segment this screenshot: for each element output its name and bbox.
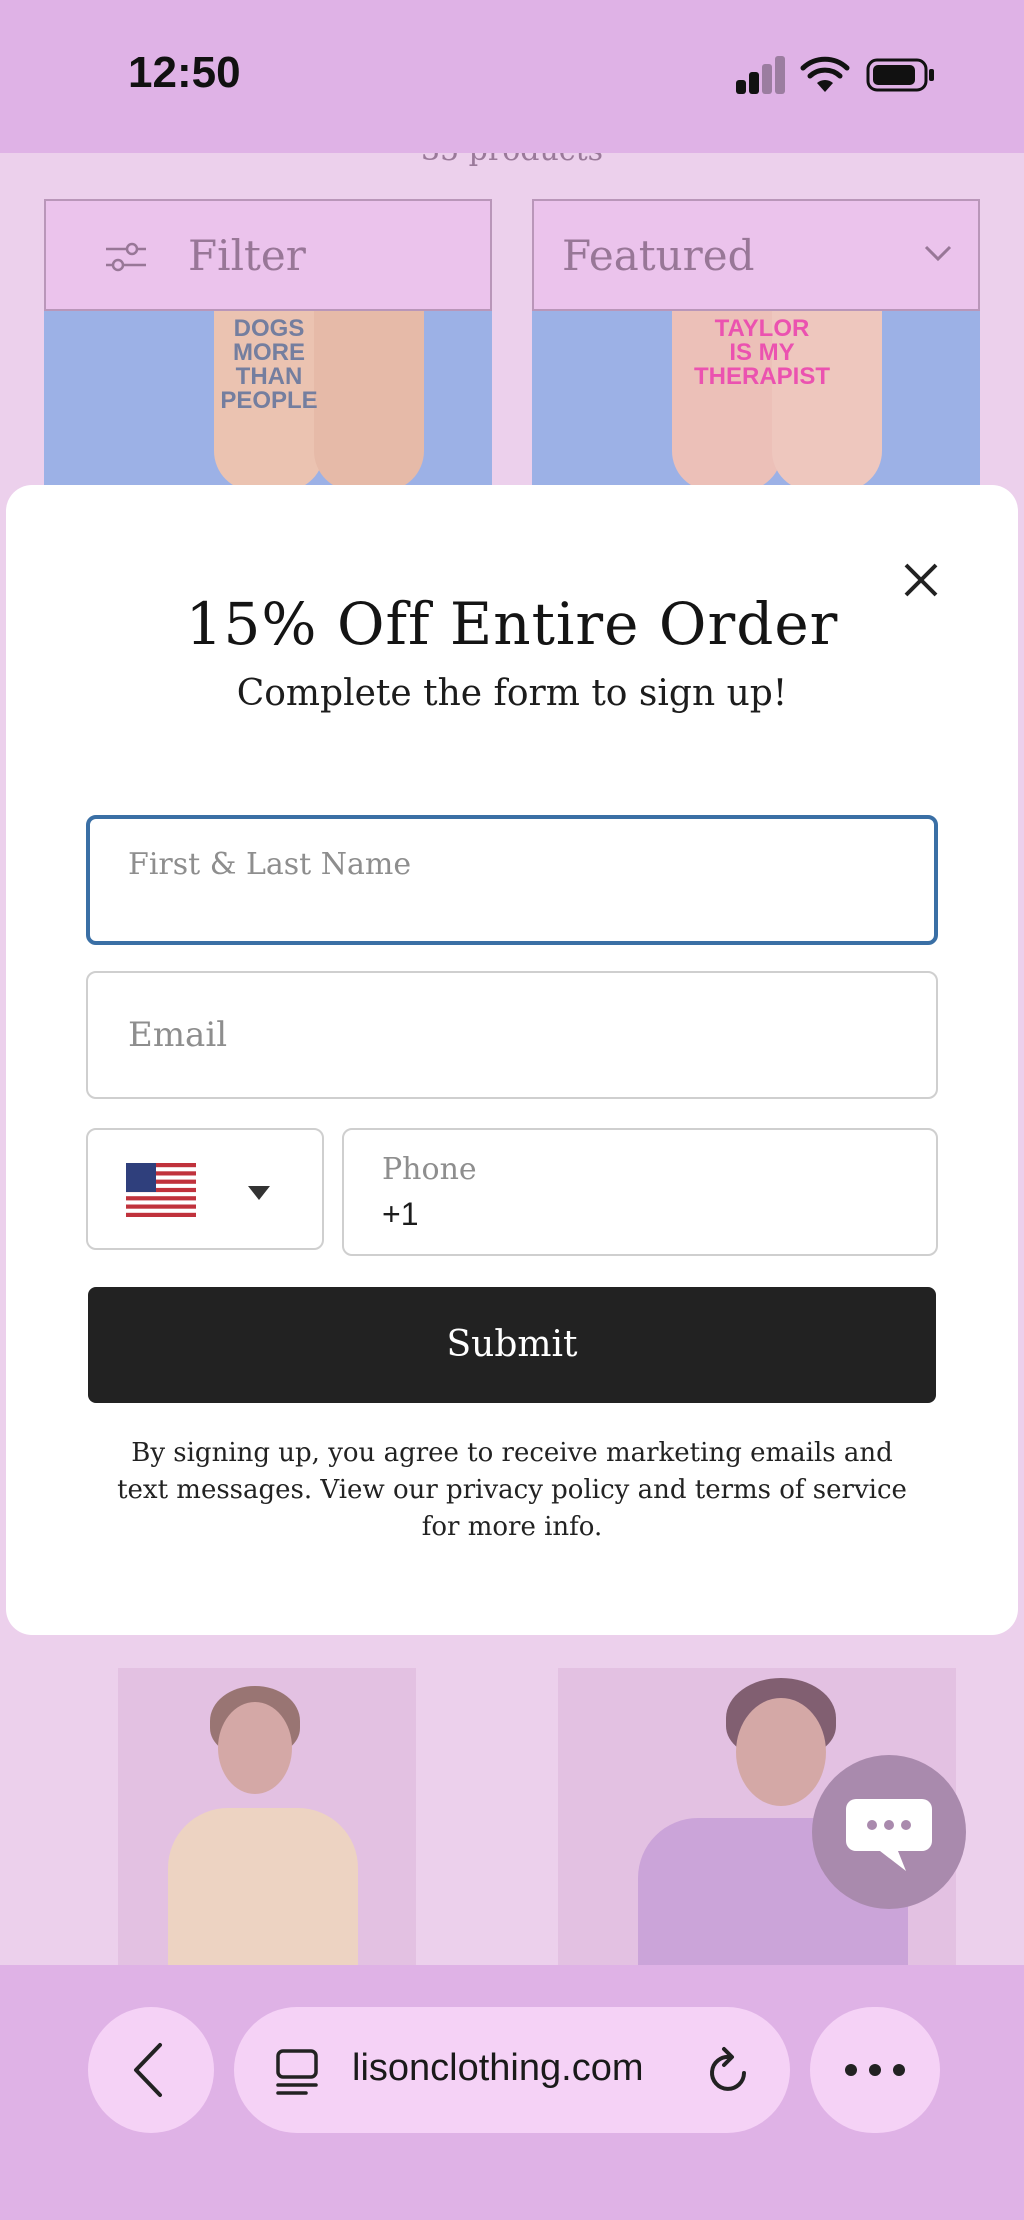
name-placeholder: First & Last Name <box>128 847 412 882</box>
sock-text-line: THAN <box>235 363 303 390</box>
sock-text-line: DOGS <box>233 315 305 342</box>
sock-text-line: TAYLOR <box>714 315 810 342</box>
status-time: 12:50 <box>128 48 241 97</box>
modal-subtitle: Complete the form to sign up! <box>236 673 788 714</box>
back-button[interactable] <box>88 2007 214 2133</box>
ellipsis-icon <box>845 2064 905 2076</box>
phone-field[interactable]: Phone +1 <box>342 1128 938 1256</box>
sock-text-line: PEOPLE <box>220 387 318 414</box>
chevron-down-icon <box>924 245 952 262</box>
sock-text-line: IS MY <box>729 339 795 366</box>
submit-button[interactable]: Submit <box>88 1287 936 1403</box>
chevron-left-icon <box>134 2043 162 2097</box>
url-text: lisonclothing.com <box>352 2047 644 2089</box>
filter-sliders-icon <box>106 242 146 272</box>
battery-icon <box>866 58 934 92</box>
address-bar[interactable]: lisonclothing.com <box>234 2007 790 2133</box>
more-options-button[interactable] <box>810 2007 940 2133</box>
wifi-icon <box>800 56 850 92</box>
sock-text-line: THERAPIST <box>693 363 830 390</box>
signup-disclaimer: By signing up, you agree to receive mark… <box>117 1438 907 1542</box>
filter-label: Filter <box>188 231 306 280</box>
chat-bubble-icon <box>846 1799 932 1871</box>
sort-select[interactable]: Featured <box>532 199 980 311</box>
email-placeholder: Email <box>128 1015 228 1055</box>
modal-title: 15% Off Entire Order <box>185 590 839 658</box>
sock-text-line: MORE <box>233 339 305 366</box>
chat-widget-button[interactable] <box>812 1755 966 1909</box>
caret-down-icon <box>248 1186 270 1200</box>
sort-label: Featured <box>562 231 755 280</box>
filter-button[interactable]: Filter <box>44 199 492 311</box>
cellular-signal-icon <box>734 56 786 94</box>
phone-label: Phone <box>382 1152 477 1187</box>
name-field[interactable]: First & Last Name <box>86 815 938 945</box>
tab-overview-icon <box>276 2049 318 2095</box>
signup-modal: 15% Off Entire Order Complete the form t… <box>6 485 1018 1635</box>
email-field[interactable]: Email <box>86 971 938 1099</box>
us-flag-icon <box>126 1163 196 1217</box>
reload-icon[interactable] <box>704 2045 754 2097</box>
product-image-socks-dogs[interactable]: DOGS MORE THAN PEOPLE <box>44 311 492 491</box>
product-image-socks-taylor[interactable]: TAYLOR IS MY THERAPIST <box>532 311 980 491</box>
phone-value: +1 <box>382 1196 419 1232</box>
country-code-select[interactable] <box>86 1128 324 1250</box>
product-image-yellow-top[interactable] <box>118 1668 416 1968</box>
status-bar: 12:50 <box>0 0 1024 153</box>
browser-toolbar: lisonclothing.com <box>0 1965 1024 2220</box>
